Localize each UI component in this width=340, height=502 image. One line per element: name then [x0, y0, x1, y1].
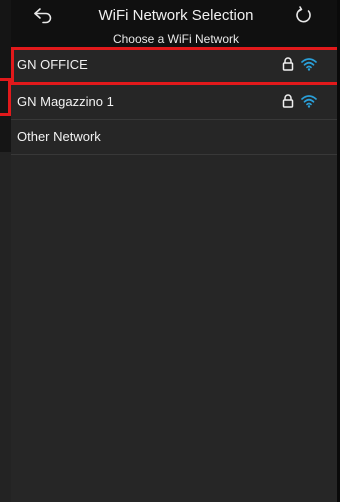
wifi-selection-screen: WiFi Network Selection Choose a WiFi Net…	[11, 0, 340, 502]
network-name: GN OFFICE	[17, 57, 88, 72]
wifi-icon	[301, 58, 317, 71]
network-row-gn-office[interactable]: GN OFFICE	[11, 47, 340, 85]
network-row-gn-magazzino-1[interactable]: GN Magazzino 1	[11, 85, 340, 120]
network-name: Other Network	[17, 129, 101, 144]
lock-icon	[282, 57, 294, 71]
background-highlight	[0, 78, 11, 116]
network-name: GN Magazzino 1	[17, 94, 114, 109]
lock-icon	[282, 94, 294, 108]
background-panel	[0, 0, 11, 502]
network-list: GN OFFICE GN Magazzino 1 Other Network	[11, 47, 340, 155]
page-subtitle: Choose a WiFi Network	[112, 32, 240, 46]
background-panel-dark	[0, 0, 11, 152]
network-row-other-network[interactable]: Other Network	[11, 120, 340, 155]
page-title: WiFi Network Selection	[98, 7, 254, 24]
wifi-icon	[301, 95, 317, 108]
back-arrow-icon[interactable]	[32, 6, 54, 24]
refresh-icon[interactable]	[294, 5, 314, 25]
header-bar: WiFi Network Selection Choose a WiFi Net…	[11, 0, 340, 47]
